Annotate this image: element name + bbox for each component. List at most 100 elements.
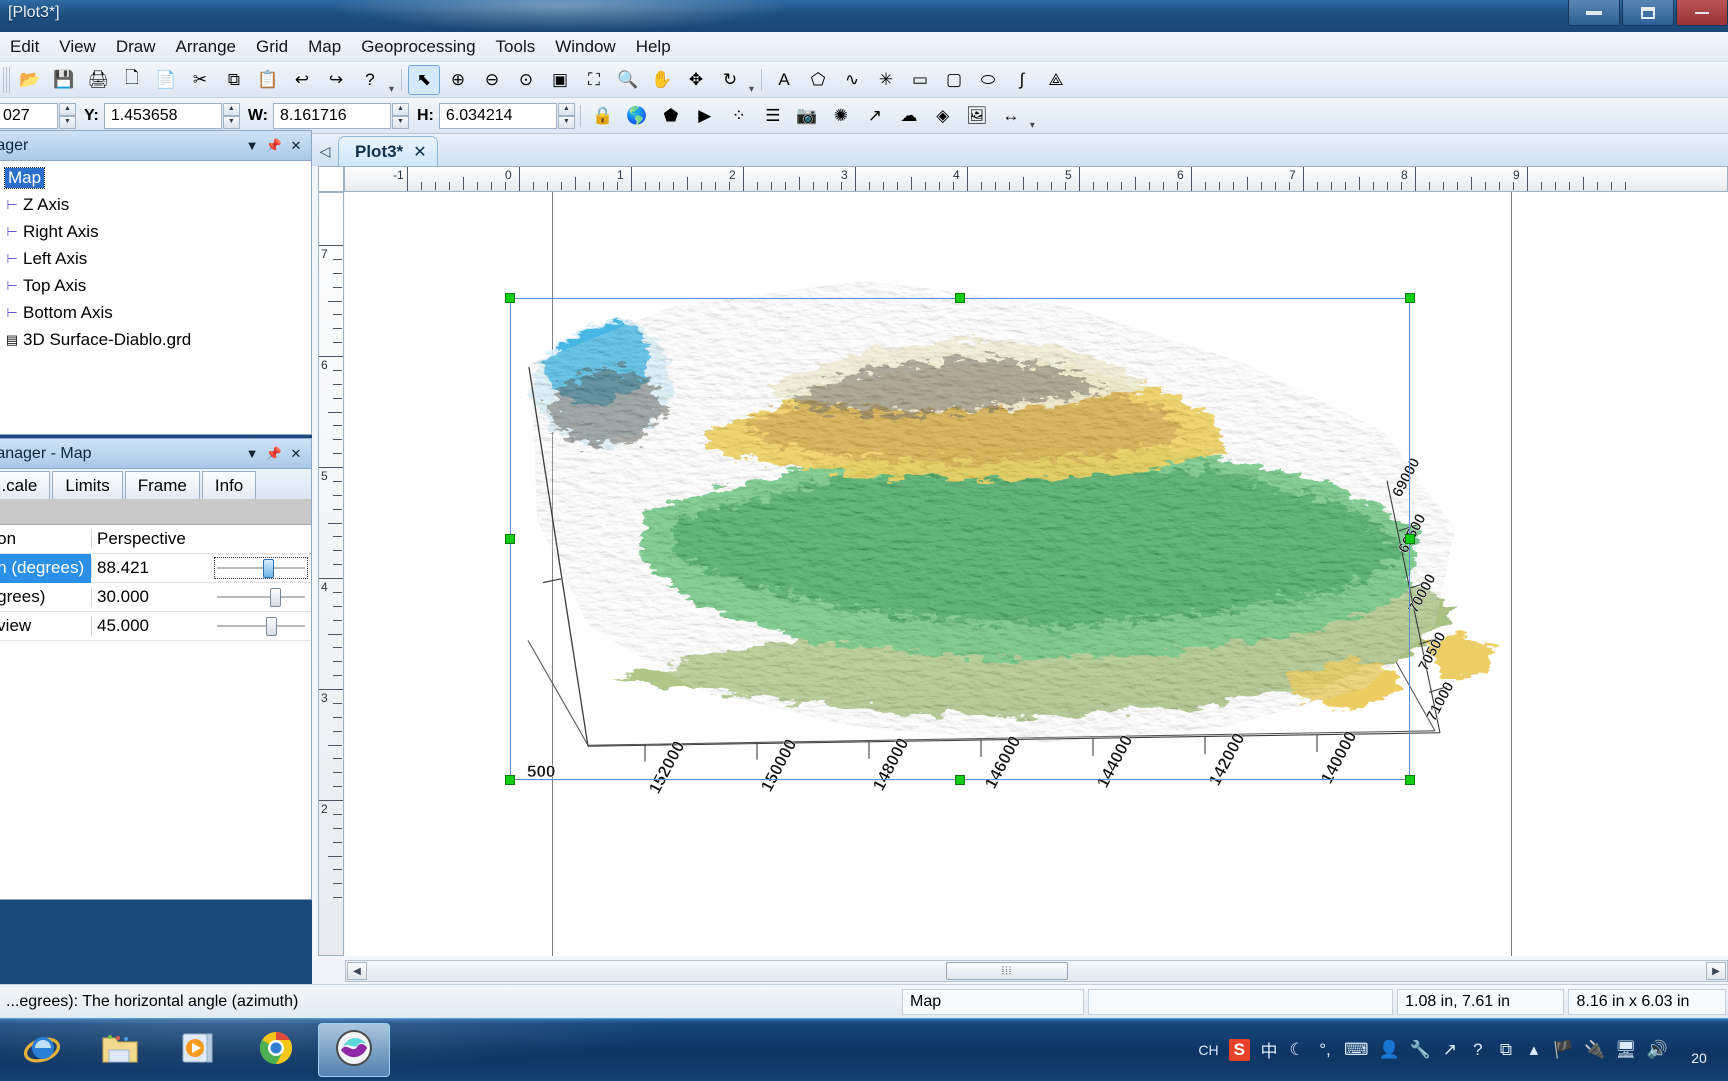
x-coordinate-field[interactable]: 027: [0, 103, 58, 129]
trackball-rotate-icon[interactable]: ✥: [680, 65, 712, 95]
menu-geoprocessing[interactable]: Geoprocessing: [351, 34, 485, 60]
horizontal-ruler[interactable]: -10123456789: [344, 166, 1728, 192]
open-icon[interactable]: 📂: [14, 65, 46, 95]
taskbar-button-media-player[interactable]: [162, 1023, 234, 1077]
close-icon[interactable]: ✕: [285, 443, 307, 465]
reset-rotate-icon[interactable]: ↻: [714, 65, 746, 95]
chevron-down-icon[interactable]: ▼: [241, 135, 263, 157]
resize-handle-tc[interactable]: [955, 293, 965, 303]
copy-icon[interactable]: ⧉: [218, 65, 250, 95]
zoom-page-icon[interactable]: 🔍: [612, 65, 644, 95]
surface-map-icon[interactable]: 🖼: [961, 101, 993, 131]
property-row[interactable]: ...onPerspective: [0, 525, 311, 554]
selection-bounding-box[interactable]: [510, 298, 1410, 780]
resize-handle-bl[interactable]: [505, 775, 515, 785]
taskbar-button-surfer-app[interactable]: [318, 1023, 390, 1077]
property-tab-frame[interactable]: Frame: [125, 471, 200, 499]
property-slider[interactable]: [215, 587, 307, 607]
wireframe-icon[interactable]: ◈: [927, 101, 959, 131]
toolbar-overflow-standard[interactable]: [387, 65, 396, 95]
toolbar-overflow-view[interactable]: [747, 65, 756, 95]
tray-help-icon[interactable]: ?: [1469, 1040, 1487, 1060]
property-value[interactable]: Perspective: [91, 529, 311, 549]
object-manager-tree[interactable]: ▦Map⊢Z Axis⊢Right Axis⊢Left Axis⊢Top Axi…: [0, 161, 311, 434]
select-tool-icon[interactable]: ⬉: [408, 65, 440, 95]
polygon-icon[interactable]: ⬠: [802, 65, 834, 95]
menu-grid[interactable]: Grid: [246, 34, 298, 60]
tray-moon-icon[interactable]: ☾: [1288, 1040, 1306, 1060]
tab-nav-left-icon[interactable]: ◁: [312, 136, 338, 166]
chevron-down-icon[interactable]: ▼: [241, 443, 263, 465]
height-field[interactable]: 6.034214: [439, 103, 557, 129]
slider-thumb[interactable]: [270, 588, 281, 607]
tray-popout-icon[interactable]: ↗: [1441, 1040, 1459, 1060]
resize-handle-mr[interactable]: [1405, 534, 1415, 544]
menu-tools[interactable]: Tools: [486, 34, 546, 60]
property-slider[interactable]: [215, 616, 307, 636]
tray-user-icon[interactable]: 👤: [1379, 1040, 1400, 1060]
object-item-top-axis[interactable]: ⊢Top Axis: [0, 272, 311, 299]
paste-icon[interactable]: 📋: [252, 65, 284, 95]
vertical-ruler[interactable]: 765432: [318, 192, 344, 956]
resize-handle-bc[interactable]: [955, 775, 965, 785]
property-value[interactable]: 45.000: [91, 616, 311, 636]
resize-handle-tr[interactable]: [1405, 293, 1415, 303]
export-icon[interactable]: 📄: [150, 65, 182, 95]
taskbar-button-internet-explorer[interactable]: [6, 1023, 78, 1077]
image-map-icon[interactable]: 📷: [791, 101, 823, 131]
menu-help[interactable]: Help: [626, 34, 681, 60]
resize-handle-ml[interactable]: [505, 534, 515, 544]
tray-show-hidden-icon[interactable]: ▴: [1525, 1040, 1543, 1060]
property-value[interactable]: 88.421: [91, 558, 311, 578]
menu-arrange[interactable]: Arrange: [166, 34, 246, 60]
menu-window[interactable]: Window: [545, 34, 625, 60]
print-icon[interactable]: 🖨: [82, 65, 114, 95]
slider-thumb[interactable]: [263, 559, 274, 578]
resize-handle-tl[interactable]: [505, 293, 515, 303]
y-spinner[interactable]: ▲▼: [223, 103, 240, 129]
property-slider[interactable]: [215, 558, 307, 578]
post-map-icon[interactable]: ⁘: [723, 101, 755, 131]
resize-handle-br[interactable]: [1405, 775, 1415, 785]
tray-chinese-mode-icon[interactable]: 中: [1260, 1037, 1278, 1062]
menu-map[interactable]: Map: [298, 34, 351, 60]
spline-icon[interactable]: ∫: [1006, 65, 1038, 95]
polyline-icon[interactable]: ∿: [836, 65, 868, 95]
slider-thumb[interactable]: [266, 617, 277, 636]
property-row[interactable]: ...view45.000: [0, 612, 311, 641]
cut-icon[interactable]: ✂: [184, 65, 216, 95]
maximize-button[interactable]: [1622, 0, 1674, 26]
tray-network-flag-icon[interactable]: 🏴: [1553, 1040, 1574, 1060]
zoom-rectangle-icon[interactable]: ▣: [544, 65, 576, 95]
tab-close-icon[interactable]: ✕: [413, 142, 426, 162]
watershed-icon[interactable]: ☁: [893, 101, 925, 131]
pin-icon[interactable]: 📌: [263, 135, 285, 157]
fit-window-icon[interactable]: ⛶: [578, 65, 610, 95]
scrollbar-thumb[interactable]: ⦙⦙⦙: [946, 962, 1068, 980]
pin-icon[interactable]: 📌: [263, 443, 285, 465]
tray-punctuation-icon[interactable]: °,: [1316, 1040, 1334, 1060]
tray-input-lang-ch-icon[interactable]: CH: [1198, 1042, 1218, 1058]
symbol-icon[interactable]: ✳: [870, 65, 902, 95]
object-item-right-axis[interactable]: ⊢Right Axis: [0, 218, 311, 245]
tray-tools-icon[interactable]: 🔧: [1410, 1040, 1431, 1060]
help-pointer-icon[interactable]: ?: [354, 65, 386, 95]
horizontal-scrollbar[interactable]: ◀ ⦙⦙⦙ ▶: [345, 960, 1728, 982]
taskbar-clock[interactable]: 20: [1674, 1033, 1728, 1067]
rectangle-icon[interactable]: ▭: [904, 65, 936, 95]
zoom-out-icon[interactable]: ⊖: [476, 65, 508, 95]
minimize-button[interactable]: [1568, 0, 1620, 26]
reshape-icon[interactable]: ⟁: [1040, 65, 1072, 95]
tray-action-center-icon[interactable]: 🖥: [1615, 1040, 1637, 1060]
tray-windows-icon[interactable]: ⧉: [1497, 1040, 1515, 1060]
object-item-bottom-axis[interactable]: ⊢Bottom Axis: [0, 299, 311, 326]
taskbar-button-google-chrome[interactable]: [240, 1023, 312, 1077]
property-value[interactable]: 30.000: [91, 587, 311, 607]
save-icon[interactable]: 💾: [48, 65, 80, 95]
undo-icon[interactable]: ↩: [286, 65, 318, 95]
property-row[interactable]: ...n (degrees)88.421: [0, 554, 311, 583]
y-coordinate-field[interactable]: 1.453658: [104, 103, 222, 129]
tray-keyboard-icon[interactable]: ⌨: [1344, 1040, 1369, 1060]
tab-plot3[interactable]: Plot3* ✕: [338, 136, 438, 166]
zoom-selected-icon[interactable]: ⊙: [510, 65, 542, 95]
